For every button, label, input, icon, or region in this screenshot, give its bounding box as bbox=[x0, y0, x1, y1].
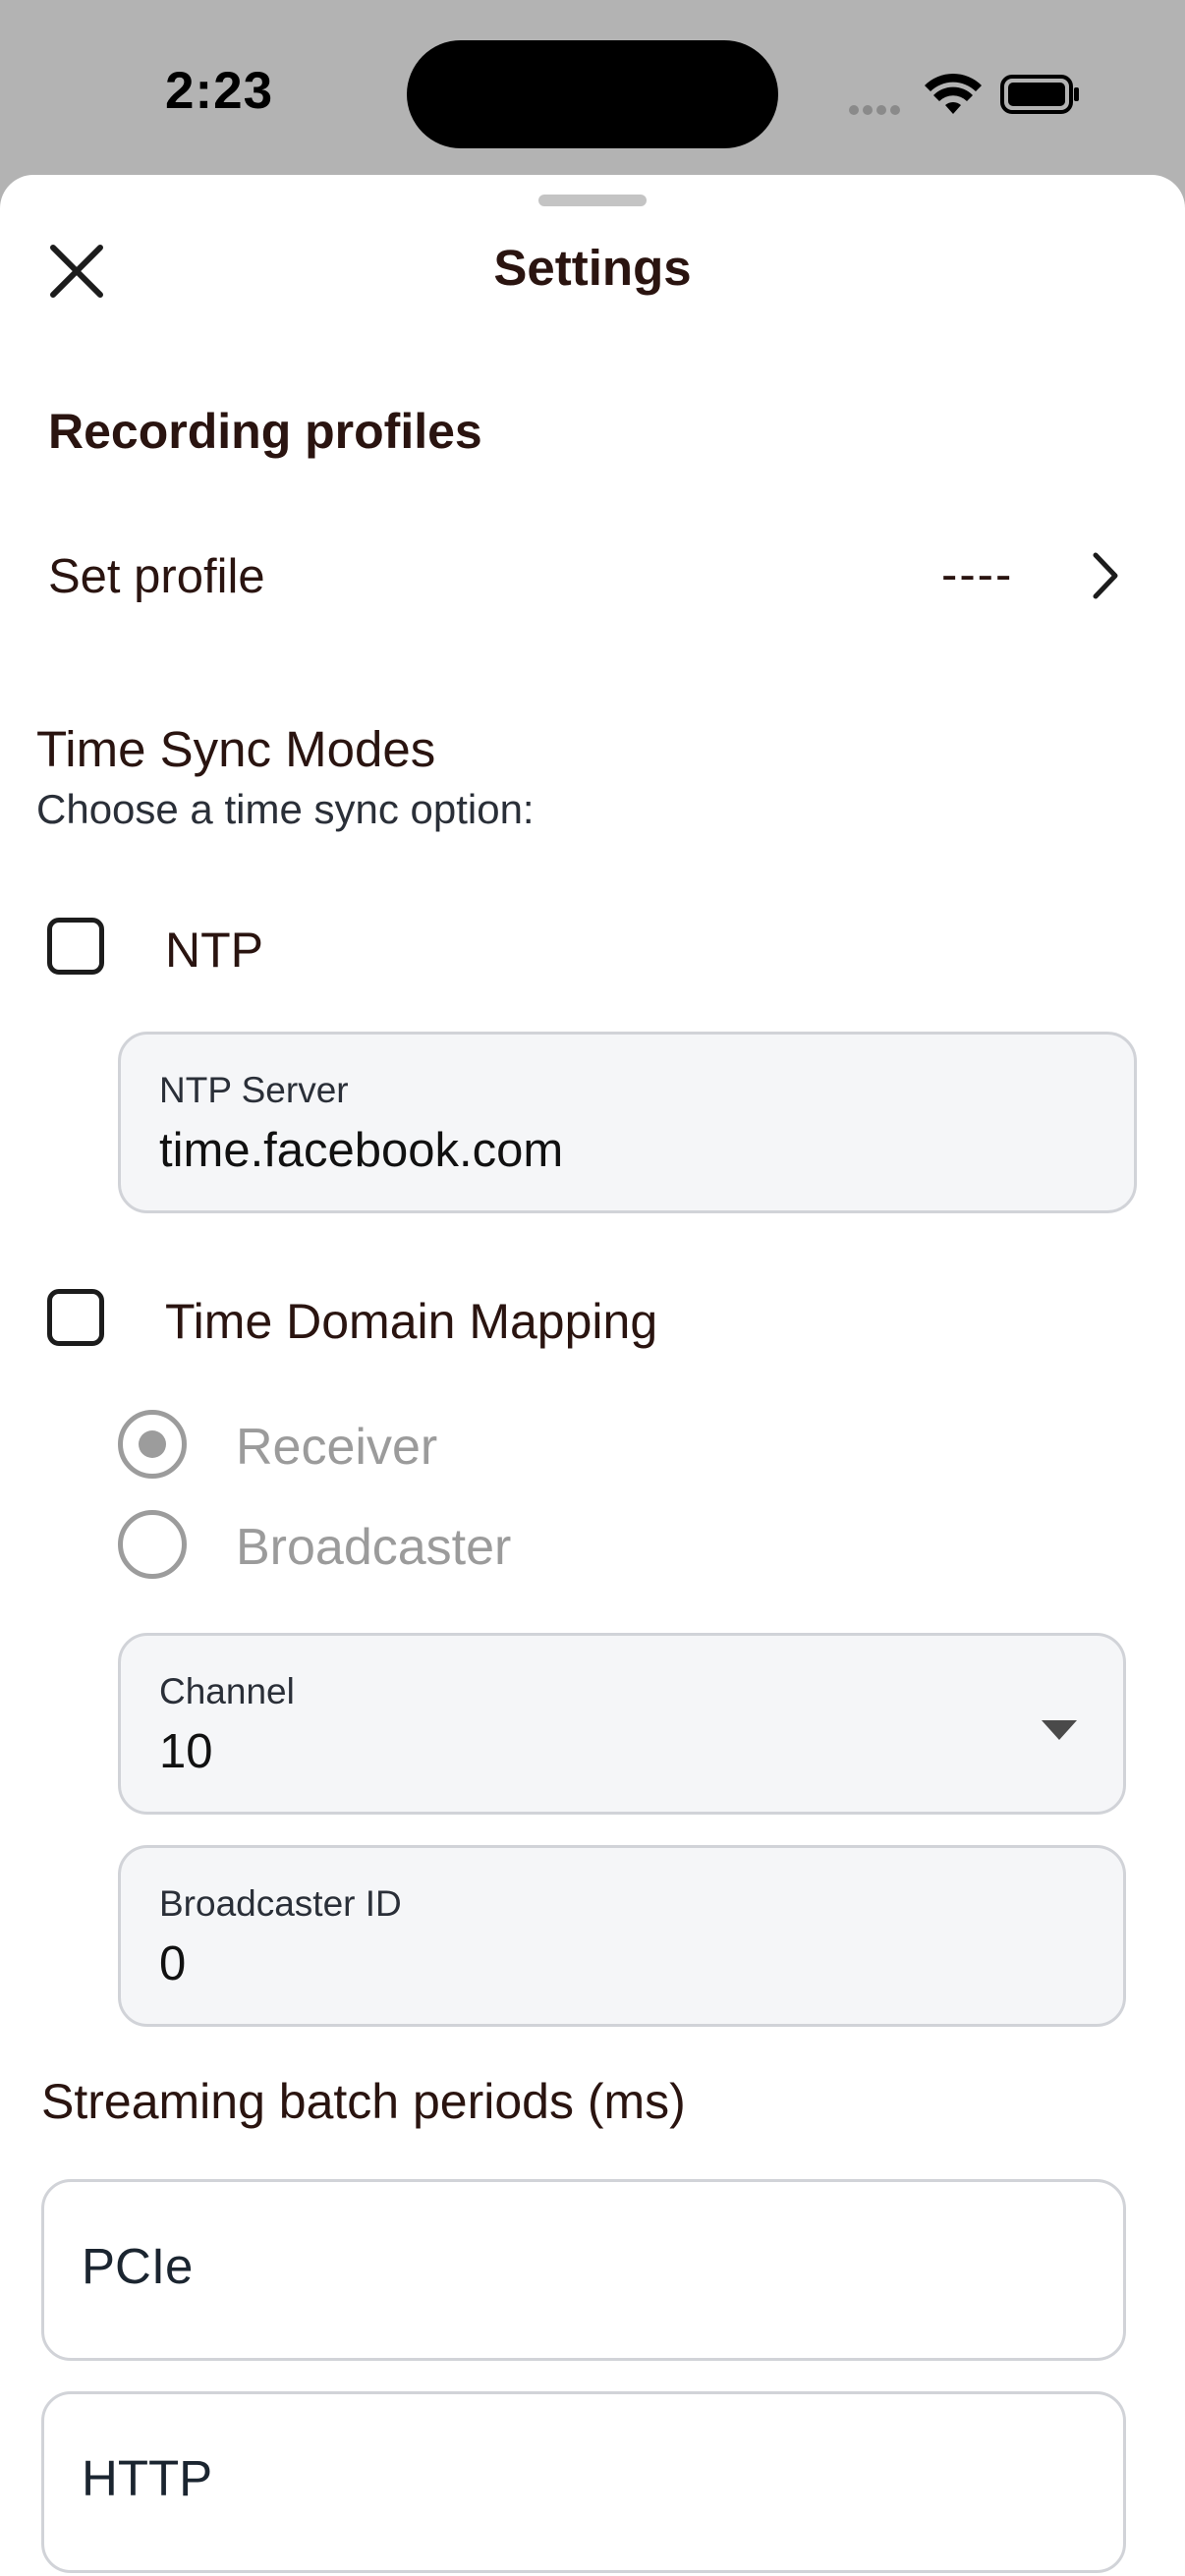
radio-broadcaster-label: Broadcaster bbox=[236, 1519, 512, 1576]
signal-dots-icon bbox=[849, 102, 904, 120]
page-title: Settings bbox=[493, 240, 692, 296]
battery-icon bbox=[1000, 74, 1081, 120]
broadcaster-id-field[interactable]: Broadcaster ID 0 bbox=[118, 1845, 1126, 2027]
ntp-server-label: NTP Server bbox=[159, 1070, 349, 1110]
wifi-icon bbox=[924, 71, 983, 123]
tdm-label: Time Domain Mapping bbox=[165, 1294, 658, 1349]
time-sync-heading: Time Sync Modes bbox=[36, 721, 436, 777]
channel-value: 10 bbox=[159, 1725, 213, 1778]
set-profile-row[interactable]: Set profile ---- bbox=[0, 526, 1185, 624]
radio-broadcaster-circle bbox=[118, 1510, 187, 1579]
ntp-server-field[interactable]: NTP Server time.facebook.com bbox=[118, 1032, 1137, 1213]
channel-select[interactable]: Channel 10 bbox=[118, 1633, 1126, 1815]
streaming-heading: Streaming batch periods (ms) bbox=[41, 2074, 686, 2129]
ntp-label: NTP bbox=[165, 923, 263, 978]
pcie-placeholder: PCIe bbox=[82, 2238, 194, 2294]
ntp-checkbox[interactable] bbox=[47, 918, 104, 975]
channel-label: Channel bbox=[159, 1671, 295, 1711]
http-placeholder: HTTP bbox=[82, 2450, 213, 2506]
broadcaster-id-label: Broadcaster ID bbox=[159, 1883, 402, 1924]
sheet-grabber[interactable] bbox=[538, 195, 647, 206]
broadcaster-id-value[interactable]: 0 bbox=[159, 1936, 186, 1991]
pcie-input[interactable]: PCIe bbox=[41, 2179, 1126, 2361]
radio-receiver-circle bbox=[118, 1410, 187, 1479]
dynamic-island bbox=[407, 40, 778, 148]
status-time: 2:23 bbox=[165, 62, 274, 120]
radio-receiver-label: Receiver bbox=[236, 1419, 438, 1476]
http-input[interactable]: HTTP bbox=[41, 2391, 1126, 2573]
set-profile-value: ---- bbox=[941, 548, 1014, 601]
recording-profiles-heading: Recording profiles bbox=[48, 404, 482, 459]
dropdown-caret-icon bbox=[1042, 1720, 1077, 1740]
chevron-right-icon bbox=[1091, 551, 1120, 605]
set-profile-label: Set profile bbox=[48, 550, 265, 603]
tdm-checkbox[interactable] bbox=[47, 1289, 104, 1346]
time-sync-subheading: Choose a time sync option: bbox=[36, 786, 535, 832]
ntp-server-value[interactable]: time.facebook.com bbox=[159, 1123, 563, 1178]
